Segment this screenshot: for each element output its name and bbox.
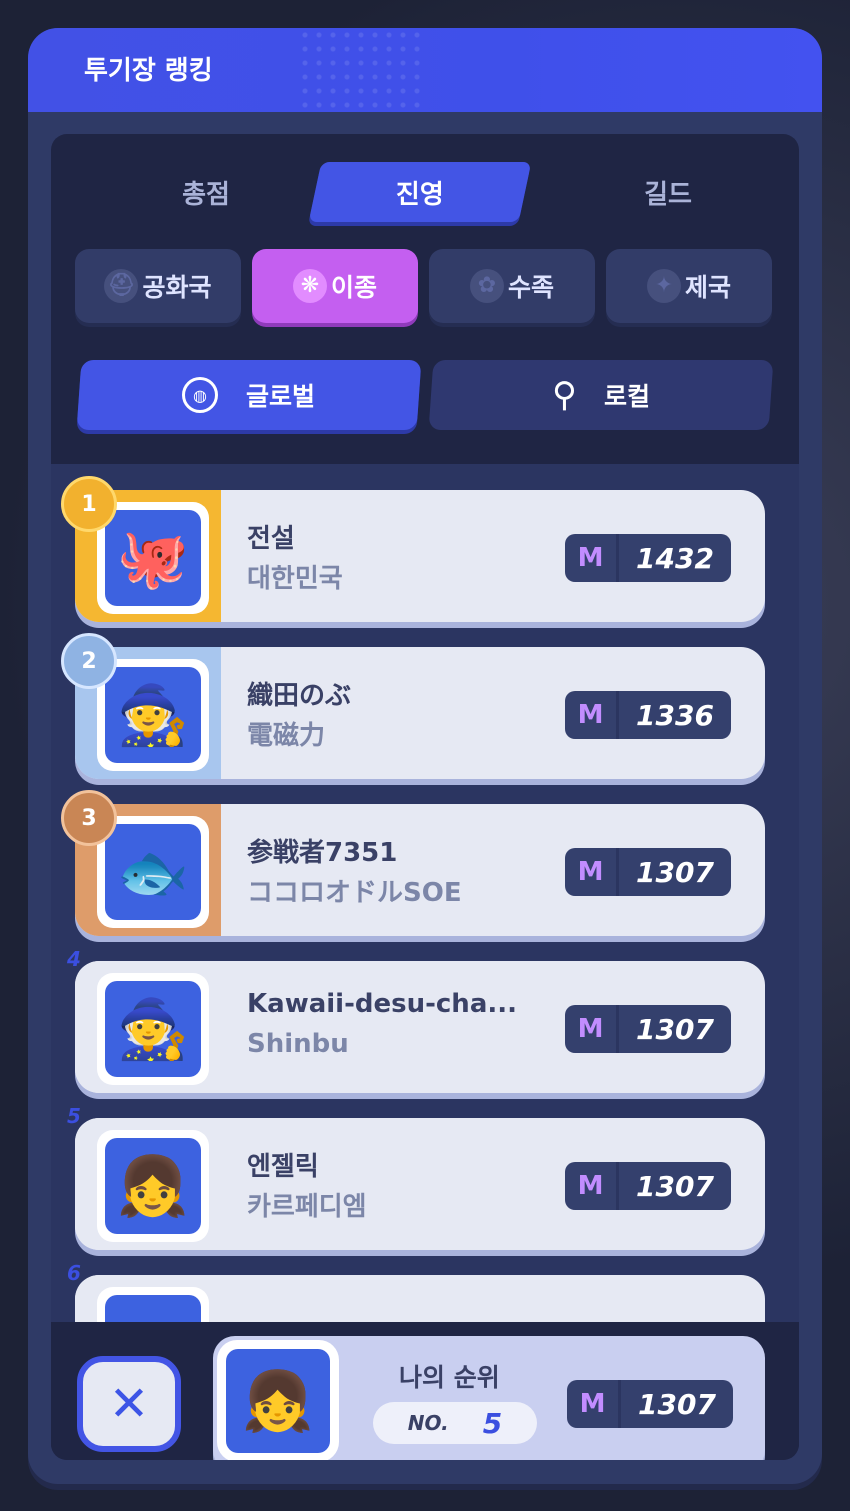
- arena-trophy-icon: M: [567, 1380, 621, 1428]
- panel-content: 총점 진영 길드 ⛑ 공화국 ❋ 이종 ✿ 수족 ✦ 제국 ◍ 글로벌 ⚲ 로컬: [51, 134, 799, 1460]
- helmet-icon: ⛑: [104, 269, 139, 303]
- location-pin-icon: ⚲: [551, 375, 577, 415]
- avatar-frame: 🧙 4: [67, 947, 221, 1093]
- header-decoration: [298, 28, 428, 112]
- arena-trophy-icon: M: [565, 1162, 619, 1210]
- close-button[interactable]: ✕: [77, 1356, 181, 1452]
- close-icon: ✕: [108, 1376, 150, 1432]
- my-score-badge: M 1307: [567, 1380, 733, 1428]
- ranking-row[interactable]: 🧙 2 織田のぶ 電磁力 M 1336: [61, 633, 765, 779]
- faction-empire-button[interactable]: ✦ 제국: [606, 249, 772, 323]
- beast-icon: ❋: [292, 269, 327, 303]
- star-icon: ✦: [646, 269, 681, 303]
- avatar-frame: 🐙 1: [61, 476, 221, 622]
- ranking-row[interactable]: 🧙 4 Kawaii-desu-cha... Shinbu M 1307: [67, 947, 765, 1093]
- faction-republic-button[interactable]: ⛑ 공화국: [75, 249, 241, 323]
- rank-number: 4: [67, 947, 81, 971]
- arena-trophy-icon: M: [565, 691, 619, 739]
- tab-total[interactable]: 총점: [101, 162, 311, 222]
- my-rank-number: NO. 5: [373, 1402, 537, 1444]
- player-name: 織田のぶ: [247, 681, 352, 711]
- paw-icon: ✿: [469, 269, 504, 303]
- my-rank-label: 나의 순위: [399, 1363, 500, 1392]
- score-badge: M 1336: [565, 691, 731, 739]
- ranking-list[interactable]: 🐙 1 전설 대한민국 M 1432 🧙 2 織田のぶ 電磁力 M 1336 🐟…: [51, 464, 799, 1324]
- my-avatar: 👧: [217, 1340, 339, 1460]
- tab-guild[interactable]: 길드: [563, 162, 773, 222]
- player-name: 参戦者7351: [247, 838, 398, 868]
- panel-title: 투기장 랭킹: [84, 56, 213, 86]
- avatar: 🐟: [105, 824, 201, 920]
- ranking-row[interactable]: 🐟 3 参戦者7351 ココロオドルSOE M 1307: [61, 790, 765, 936]
- arena-trophy-icon: M: [565, 1005, 619, 1053]
- rank-number: 5: [67, 1104, 81, 1128]
- avatar-frame: 👧 5: [67, 1104, 221, 1250]
- guild-name: 대한민국: [247, 564, 343, 594]
- avatar: 👧: [105, 1138, 201, 1234]
- avatar: [105, 1295, 201, 1324]
- avatar-frame: 🧙 2: [61, 633, 221, 779]
- globe-icon: ◍: [182, 377, 219, 413]
- ranking-row[interactable]: 🐙 1 전설 대한민국 M 1432: [61, 476, 765, 622]
- faction-aquatic-button[interactable]: ✿ 수족: [429, 249, 595, 323]
- score-badge: M 1432: [565, 534, 731, 582]
- score-badge: M 1307: [565, 1162, 731, 1210]
- gold-medal-icon: 1: [61, 476, 117, 532]
- score-badge: M 1307: [565, 848, 731, 896]
- faction-alien-button[interactable]: ❋ 이종: [252, 249, 418, 323]
- guild-name: 카르페디엠: [247, 1192, 367, 1222]
- player-name: 전설: [247, 524, 295, 554]
- avatar: 🐙: [105, 510, 201, 606]
- region-global-button[interactable]: ◍ 글로벌: [76, 360, 422, 430]
- avatar: 👧: [226, 1349, 330, 1453]
- tab-faction[interactable]: 진영: [308, 162, 532, 222]
- guild-name: 電磁力: [247, 721, 326, 751]
- avatar-frame: 6: [67, 1261, 221, 1324]
- ranking-panel: 투기장 랭킹 총점 진영 길드 ⛑ 공화국 ❋ 이종 ✿ 수족 ✦ 제국 ◍ 글…: [28, 28, 822, 1484]
- ranking-row[interactable]: 👧 5 엔젤릭 카르페디엠 M 1307: [67, 1104, 765, 1250]
- avatar-frame: 🐟 3: [61, 790, 221, 936]
- panel-header: 투기장 랭킹: [28, 28, 822, 112]
- bronze-medal-icon: 3: [61, 790, 117, 846]
- guild-name: Shinbu: [247, 1029, 349, 1059]
- arena-trophy-icon: M: [565, 534, 619, 582]
- avatar: 🧙: [105, 667, 201, 763]
- silver-medal-icon: 2: [61, 633, 117, 689]
- arena-trophy-icon: M: [565, 848, 619, 896]
- score-badge: M 1307: [565, 1005, 731, 1053]
- rank-number: 6: [67, 1261, 81, 1285]
- player-name: Kawaii-desu-cha...: [247, 989, 517, 1019]
- player-name: 엔젤릭: [247, 1152, 319, 1182]
- region-local-button[interactable]: ⚲ 로컬: [428, 360, 774, 430]
- my-rank-card[interactable]: 👧 나의 순위 NO. 5 M 1307: [213, 1336, 765, 1460]
- guild-name: ココロオドルSOE: [247, 878, 462, 908]
- my-rank-bar: ✕ 👧 나의 순위 NO. 5 M 1307: [51, 1322, 799, 1460]
- avatar: 🧙: [105, 981, 201, 1077]
- ranking-row[interactable]: 6: [67, 1261, 765, 1324]
